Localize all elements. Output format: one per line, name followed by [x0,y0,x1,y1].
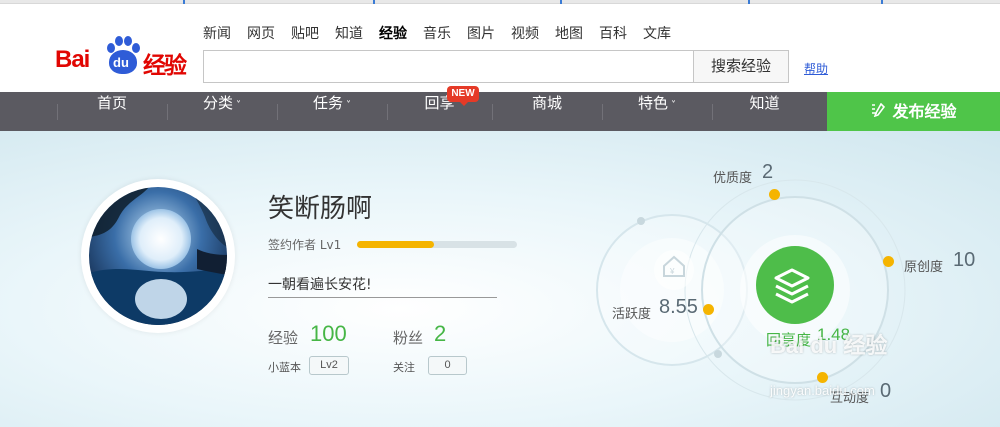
motto: 一朝看遍长安花! [268,274,497,298]
level-progress-bar [357,241,517,248]
activity-dot [703,304,714,315]
decor-dot [714,350,722,358]
paw-icon: du [105,36,141,76]
site-header: Bai du 经验 新闻 网页 贴吧 知道 经验 音乐 图片 视频 地图 百科 … [0,4,1000,92]
nav-link-tieba[interactable]: 贴吧 [291,23,319,43]
interaction-dot [817,372,828,383]
level-label: 签约作者 Lv1 [268,238,342,252]
watermark-url: jingyan.baidu.com [770,383,875,398]
menu-zhidao[interactable]: 知道 [712,92,817,131]
quality-label: 优质度 [713,171,753,186]
experience-label: 经验 [268,329,299,347]
blue-book-level[interactable]: Lv2 [309,356,349,375]
layers-icon[interactable] [762,256,822,316]
activity-label: 活跃度 [612,307,652,322]
fans-label: 粉丝 [393,329,424,347]
quality-value: 2 [762,161,774,183]
menu-featured[interactable]: 特色 ˅ [602,92,712,131]
username: 笑断肠啊 [268,194,373,224]
menu-category[interactable]: 分类 ˅ [167,92,277,131]
chevron-down-icon: ˅ [346,100,351,111]
chevron-down-icon: ˅ [236,100,241,111]
nav-link-images[interactable]: 图片 [467,23,495,43]
product-nav: 新闻 网页 贴吧 知道 经验 音乐 图片 视频 地图 百科 文库 [203,23,687,43]
house-icon: ¥ [660,252,688,280]
nav-link-news[interactable]: 新闻 [203,23,231,43]
search-button[interactable]: 搜索经验 [693,50,789,83]
fans-value[interactable]: 2 [434,321,446,347]
menu-tasks[interactable]: 任务 ˅ [277,92,387,131]
blue-book-label: 小蓝本 [268,361,301,374]
pen-list-icon [870,94,886,133]
nav-link-music[interactable]: 音乐 [423,23,451,43]
new-badge: NEW [447,86,479,106]
menu-mall[interactable]: 商城 [492,92,602,131]
follow-label: 关注 [393,361,415,374]
svg-text:¥: ¥ [669,267,675,276]
avatar[interactable] [89,187,227,325]
experience-value[interactable]: 100 [310,321,347,347]
search-input[interactable] [203,50,694,83]
nav-link-video[interactable]: 视频 [511,23,539,43]
nav-link-jingyan[interactable]: 经验 [379,23,407,43]
original-dot [883,256,894,267]
nav-link-wenku[interactable]: 文库 [643,23,671,43]
follow-count[interactable]: 0 [428,356,467,375]
nav-link-zhidao[interactable]: 知道 [335,23,363,43]
menu-home[interactable]: 首页 [57,92,167,131]
nav-link-baike[interactable]: 百科 [599,23,627,43]
interaction-value: 0 [880,380,892,402]
help-link[interactable]: 帮助 [804,60,828,77]
original-value: 10 [953,249,976,271]
original-label: 原创度 [904,260,944,275]
decor-dot [637,217,645,225]
watermark-logo: Bai du 经验 [770,333,888,358]
nav-link-web[interactable]: 网页 [247,23,275,43]
publish-button[interactable]: 发布经验 [827,92,1000,131]
quality-dot [769,189,780,200]
nav-link-map[interactable]: 地图 [555,23,583,43]
baidu-jingyan-logo[interactable]: Bai du 经验 [55,36,190,79]
level-progress-fill [357,241,434,248]
activity-value: 8.55 [659,296,698,318]
chevron-down-icon: ˅ [671,100,676,111]
